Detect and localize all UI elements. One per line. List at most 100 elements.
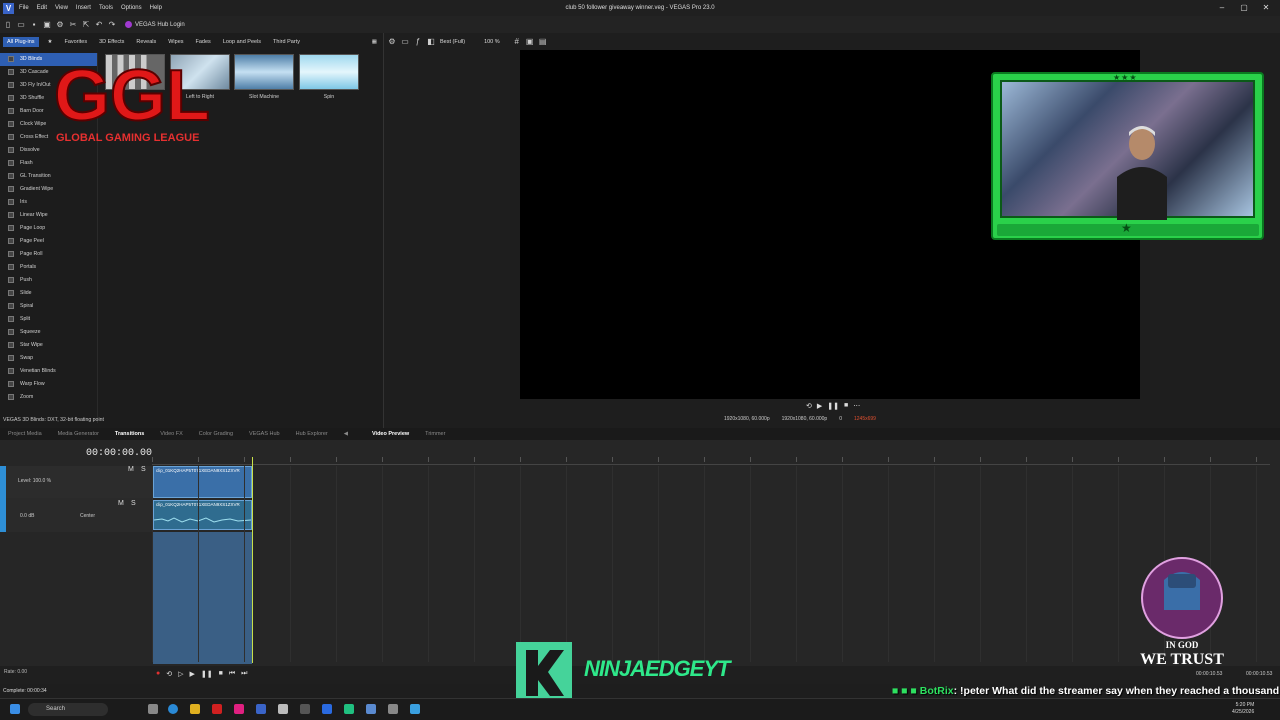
track-area[interactable] (153, 532, 252, 664)
save-icon[interactable]: ▪ (30, 20, 38, 29)
vegas-hub-login[interactable]: VEGAS Hub Login (125, 21, 185, 28)
list-item[interactable]: Iris (0, 196, 97, 209)
app-icon[interactable] (234, 704, 244, 714)
list-item[interactable]: Page Loop (0, 222, 97, 235)
mute-button[interactable]: M (118, 500, 124, 507)
timecode-display[interactable]: 00:00:00.00 (86, 448, 152, 459)
tab-video-preview[interactable]: Video Preview (364, 431, 417, 437)
copy-snapshot-icon[interactable]: ▤ (539, 38, 547, 46)
tab-media-generator[interactable]: Media Generator (50, 431, 107, 437)
stop-icon[interactable]: ■ (219, 670, 223, 678)
list-item[interactable]: Squeeze (0, 326, 97, 339)
new-file-icon[interactable]: ▯ (4, 20, 12, 29)
solo-button[interactable]: S (141, 466, 146, 473)
tab-3d-effects[interactable]: 3D Effects (96, 38, 127, 46)
list-item[interactable]: Linear Wipe (0, 209, 97, 222)
split-screen-icon[interactable]: ◧ (427, 38, 435, 46)
render-icon[interactable]: ▣ (43, 20, 51, 29)
tab-wipes[interactable]: Wipes (165, 38, 186, 46)
playhead[interactable] (252, 457, 253, 663)
grid-view-icon[interactable]: ▦ (369, 38, 380, 46)
overlays-icon[interactable]: # (513, 38, 521, 46)
app-icon[interactable] (300, 704, 310, 714)
open-icon[interactable]: ▭ (17, 20, 25, 29)
start-icon[interactable] (10, 704, 20, 714)
tabs-arrow-icon[interactable]: ◀ (336, 431, 356, 437)
tab-third-party[interactable]: Third Party (270, 38, 303, 46)
menu-view[interactable]: View (55, 5, 68, 11)
pause-icon[interactable]: ❚❚ (201, 670, 213, 678)
app-icon[interactable] (148, 704, 158, 714)
quality-dropdown[interactable]: Best (Full) (440, 39, 465, 45)
edge-icon[interactable] (168, 704, 178, 714)
list-item[interactable]: Warp Flow (0, 378, 97, 391)
mute-button[interactable]: M (128, 466, 134, 473)
tab-favorites[interactable]: Favorites (61, 38, 90, 46)
taskbar-clock[interactable]: 5:20 PM 4/25/2026 (1232, 702, 1254, 716)
loop-icon[interactable]: ⟲ (166, 670, 172, 678)
playback-rate[interactable]: Rate: 0.00 (4, 669, 27, 675)
record-icon[interactable]: ● (156, 670, 160, 678)
zoom-dropdown[interactable]: 100 % (484, 39, 500, 45)
minimize-icon[interactable]: – (1212, 2, 1232, 14)
list-item[interactable]: Page Peel (0, 235, 97, 248)
list-item[interactable]: Portals (0, 261, 97, 274)
app-icon[interactable] (366, 704, 376, 714)
close-icon[interactable]: ✕ (1256, 2, 1276, 14)
go-to-end-icon[interactable]: ⏭ (241, 670, 247, 678)
export-icon[interactable]: ⇱ (82, 20, 90, 29)
transition-thumbnail[interactable] (234, 54, 294, 90)
list-item[interactable]: Swap (0, 352, 97, 365)
menu-options[interactable]: Options (121, 5, 142, 11)
app-icon[interactable] (388, 704, 398, 714)
redo-icon[interactable]: ↷ (108, 20, 116, 29)
list-item[interactable]: GL Transition (0, 170, 97, 183)
tab-project-media[interactable]: Project Media (0, 431, 50, 437)
settings-icon[interactable]: ⚙ (388, 38, 396, 46)
snapshot-icon[interactable]: ▣ (526, 38, 534, 46)
app-icon[interactable] (322, 704, 332, 714)
list-item[interactable]: Gradient Wipe (0, 183, 97, 196)
app-icon[interactable] (212, 704, 222, 714)
tab-all-plugins[interactable]: All Plug-ins (3, 37, 39, 47)
menu-edit[interactable]: Edit (37, 5, 47, 11)
pause-icon[interactable]: ❚❚ (827, 402, 839, 410)
loop-icon[interactable]: ⟲ (806, 402, 812, 410)
audio-pan[interactable]: Center (80, 513, 95, 519)
list-item[interactable]: Zoom (0, 391, 97, 404)
tab-trimmer[interactable]: Trimmer (417, 431, 453, 437)
list-item[interactable]: Spiral (0, 300, 97, 313)
list-item[interactable]: Page Roll (0, 248, 97, 261)
external-monitor-icon[interactable]: ▭ (401, 38, 409, 46)
tab-transitions[interactable]: Transitions (107, 431, 152, 437)
list-item[interactable]: Push (0, 274, 97, 287)
audio-track-header[interactable]: M S 0.0 dB Center (0, 498, 152, 532)
video-track-header[interactable]: M S Level: 100.0 % (0, 466, 152, 498)
transition-thumbnail[interactable] (299, 54, 359, 90)
app-icon[interactable] (344, 704, 354, 714)
tab-video-fx[interactable]: Video FX (152, 431, 191, 437)
stop-icon[interactable]: ■ (844, 402, 848, 410)
play-from-start-icon[interactable]: ▷ (178, 670, 183, 678)
tab-loop-and-peels[interactable]: Loop and Peels (220, 38, 264, 46)
tab-reveals[interactable]: Reveals (133, 38, 159, 46)
maximize-icon[interactable]: ▢ (1234, 2, 1254, 14)
fx-icon[interactable]: ƒ (414, 38, 422, 46)
taskbar-search[interactable]: Search (28, 703, 108, 716)
menu-tools[interactable]: Tools (99, 5, 113, 11)
solo-button[interactable]: S (131, 500, 136, 507)
menu-file[interactable]: File (19, 5, 29, 11)
menu-help[interactable]: Help (150, 5, 162, 11)
list-item[interactable]: Star Wipe (0, 339, 97, 352)
tab-fades[interactable]: Fades (193, 38, 214, 46)
video-clip[interactable]: clip_01KQ2HAP5T071XEDAN9XS1ZXVR (153, 466, 252, 498)
more-icon[interactable]: ⋯ (853, 402, 860, 410)
tab-vegas-hub[interactable]: VEGAS Hub (241, 431, 288, 437)
properties-icon[interactable]: ⚙ (56, 20, 64, 29)
vegas-taskbar-icon[interactable] (256, 704, 266, 714)
app-icon[interactable] (410, 704, 420, 714)
list-item[interactable]: Venetian Blinds (0, 365, 97, 378)
play-icon[interactable]: ▶ (190, 670, 195, 678)
undo-icon[interactable]: ↶ (95, 20, 103, 29)
tools-icon[interactable]: ✂ (69, 20, 77, 29)
